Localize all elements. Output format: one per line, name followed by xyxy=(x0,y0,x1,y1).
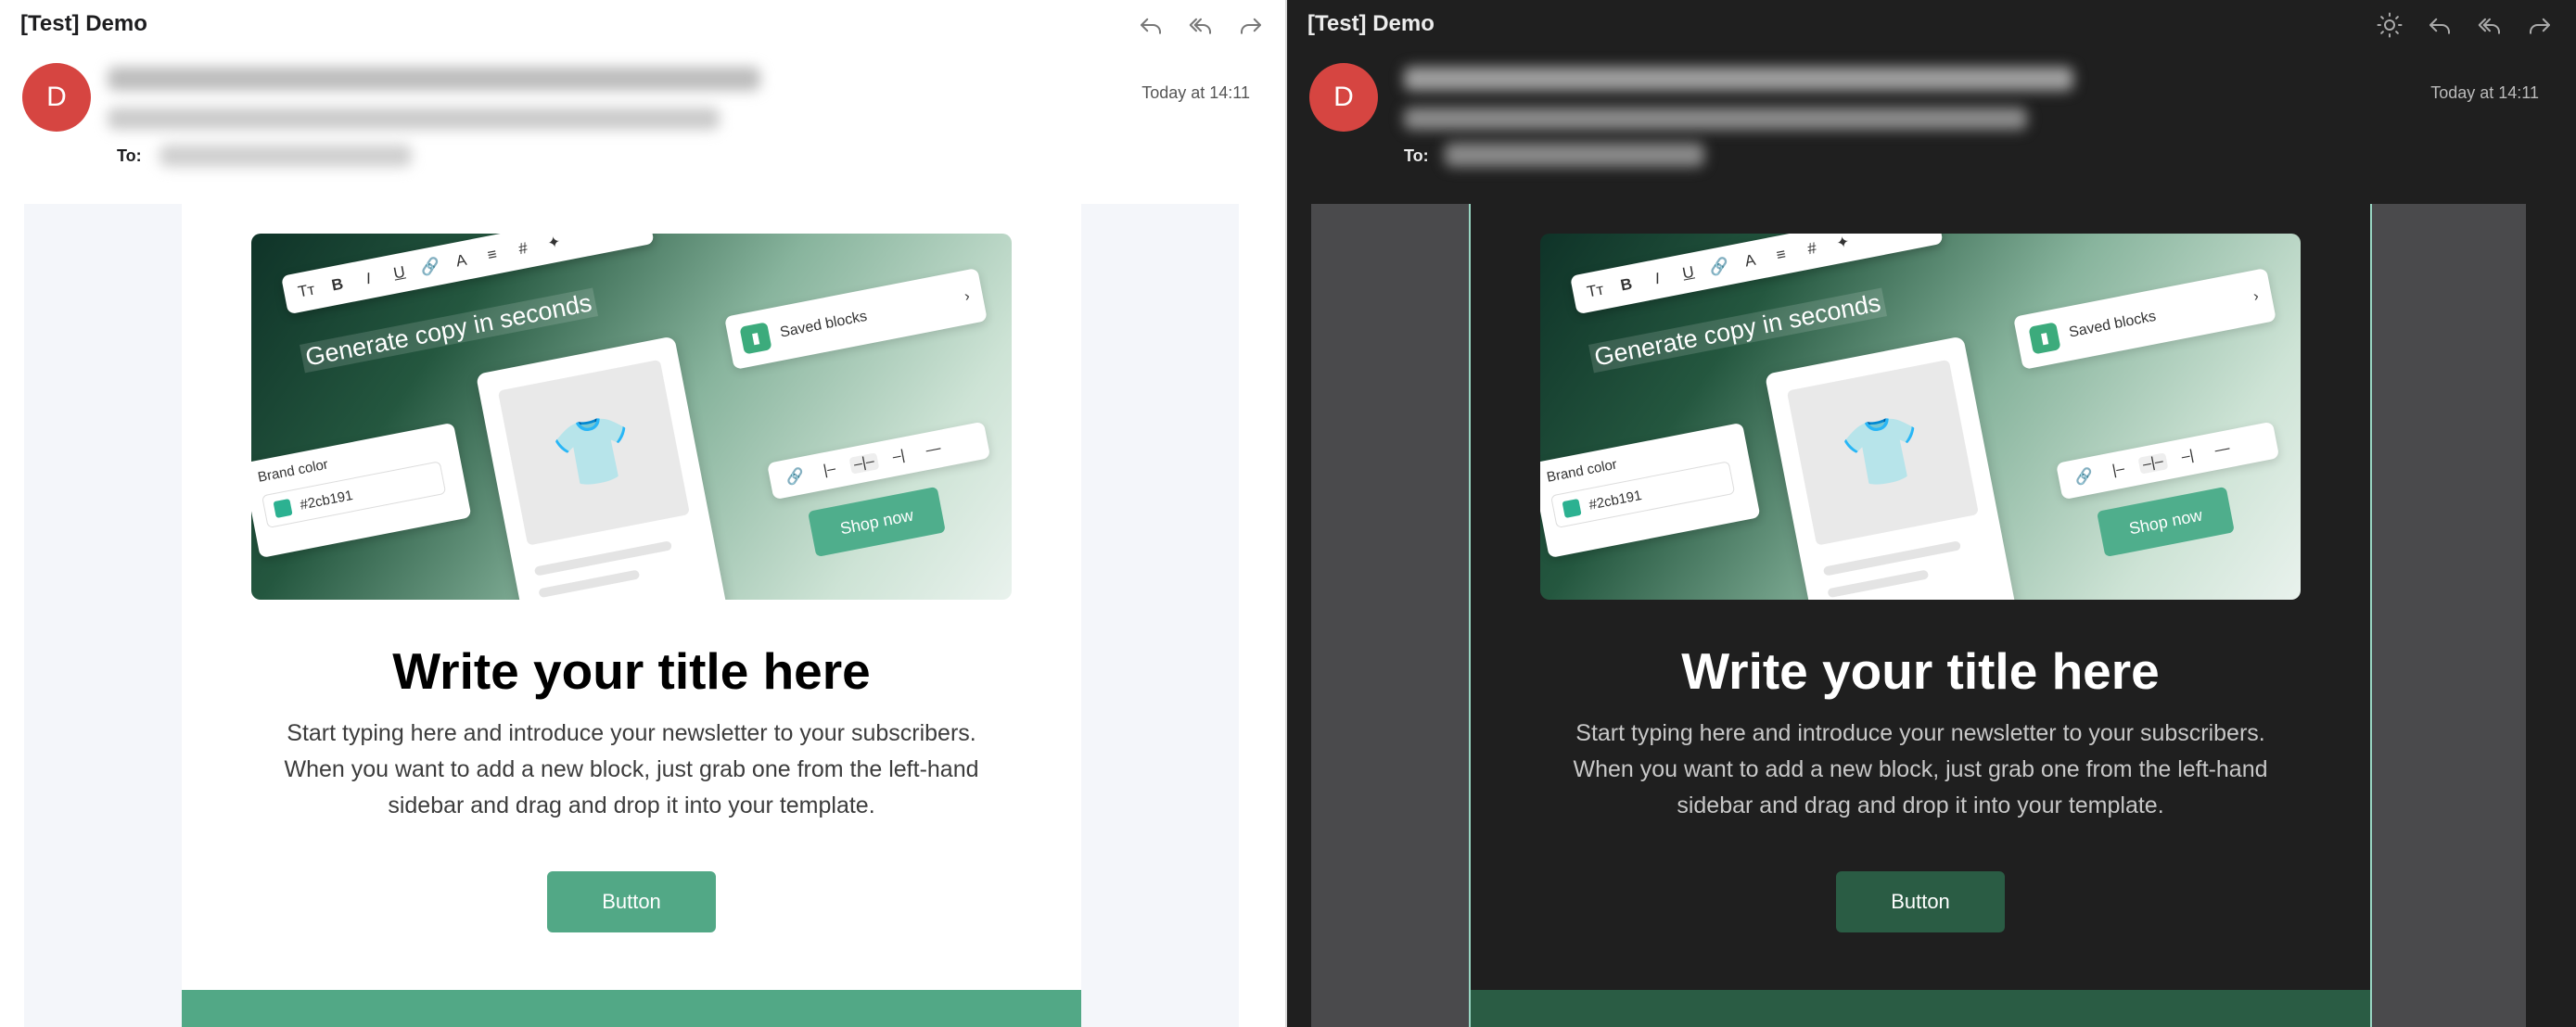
color-swatch xyxy=(1562,498,1582,519)
bookmark-icon: ▮ xyxy=(2028,322,2061,355)
reply-icon[interactable] xyxy=(2424,9,2455,41)
reply-icon[interactable] xyxy=(1135,9,1167,41)
button-toolbar-graphic: 🔗 |– –|– –| — xyxy=(2056,421,2280,501)
button-toolbar-graphic: 🔗 |– –|– –| — xyxy=(767,421,991,501)
brand-color-label: Brand color xyxy=(256,456,330,486)
mail-pane-dark: [Test] Demo D Today at 14:11 To: Tт B I … xyxy=(1287,0,2576,1027)
placeholder-line xyxy=(1822,540,1961,577)
hash-icon: # xyxy=(516,238,529,259)
hash-icon: # xyxy=(1805,238,1818,259)
saved-blocks-label: Saved blocks xyxy=(2067,308,2158,341)
bookmark-icon: ▮ xyxy=(739,322,772,355)
text-size-icon: Tт xyxy=(1585,280,1606,301)
email-subject: [Test] Demo xyxy=(20,11,147,36)
text-format-toolbar-graphic: Tт B I U 🔗 A ≡ # ✦ xyxy=(281,234,655,315)
underline-icon: U xyxy=(391,262,407,283)
align-center-icon: –|– xyxy=(848,452,880,475)
align-right-icon: –| xyxy=(891,447,907,465)
saved-blocks-card: ▮ Saved blocks › xyxy=(2013,267,2276,370)
link-icon: 🔗 xyxy=(1707,256,1731,277)
sender-avatar[interactable]: D xyxy=(1309,63,1378,132)
brightness-icon[interactable] xyxy=(2374,9,2405,41)
align-left-icon: |– xyxy=(2111,461,2126,479)
footer-bar xyxy=(182,990,1081,1027)
email-subject: [Test] Demo xyxy=(1307,11,1435,36)
forward-icon[interactable] xyxy=(2524,9,2556,41)
mail-pane-light: [Test] Demo D Today at 14:11 To: Tт B I … xyxy=(0,0,1287,1027)
sparkle-icon: ✦ xyxy=(1834,234,1852,253)
full-width-icon: — xyxy=(2213,440,2231,459)
newsletter-title: Write your title here xyxy=(1681,642,2160,700)
sparkle-icon: ✦ xyxy=(545,234,563,253)
sender-avatar[interactable]: D xyxy=(22,63,91,132)
to-label: To: xyxy=(1404,146,1429,165)
hero-image: Tт B I U 🔗 A ≡ # ✦ Generate copy in seco… xyxy=(251,234,1012,600)
text-color-icon: A xyxy=(453,250,468,271)
italic-icon: I xyxy=(1653,269,1662,288)
text-color-icon: A xyxy=(1742,250,1757,271)
email-date: Today at 14:11 xyxy=(2430,83,2539,102)
placeholder-line xyxy=(533,540,672,577)
link-icon: 🔗 xyxy=(2073,467,2095,488)
text-format-toolbar-graphic: Tт B I U 🔗 A ≡ # ✦ xyxy=(1570,234,1944,315)
chevron-right-icon: › xyxy=(963,288,972,305)
newsletter-card: Tт B I U 🔗 A ≡ # ✦ Generate copy in seco… xyxy=(182,204,1081,1027)
cta-button[interactable]: Button xyxy=(1836,871,2005,932)
text-size-icon: Tт xyxy=(296,280,317,301)
placeholder-line xyxy=(538,569,641,599)
shop-now-graphic: Shop now xyxy=(808,486,946,558)
reply-all-icon[interactable] xyxy=(2474,9,2506,41)
forward-icon[interactable] xyxy=(1235,9,1267,41)
align-icon: ≡ xyxy=(1775,245,1788,264)
italic-icon: I xyxy=(364,269,373,288)
message-actions xyxy=(1135,9,1267,41)
recipient-redacted xyxy=(159,145,412,167)
brand-color-card: Brand color #2cb191 xyxy=(251,422,472,559)
newsletter-card: Tт B I U 🔗 A ≡ # ✦ Generate copy in seco… xyxy=(1469,204,2372,1027)
align-icon: ≡ xyxy=(486,245,499,264)
newsletter-body: Start typing here and introduce your new… xyxy=(284,720,979,818)
align-left-icon: |– xyxy=(822,461,837,479)
underline-icon: U xyxy=(1680,262,1696,283)
brand-color-value: #2cb191 xyxy=(1588,487,1643,514)
link-icon: 🔗 xyxy=(418,256,442,277)
sender-address-redacted xyxy=(1404,108,2027,130)
email-body-canvas: Tт B I U 🔗 A ≡ # ✦ Generate copy in seco… xyxy=(24,204,1239,1027)
full-width-icon: — xyxy=(924,440,942,459)
color-swatch xyxy=(273,498,293,519)
align-right-icon: –| xyxy=(2180,447,2196,465)
hero-image: Tт B I U 🔗 A ≡ # ✦ Generate copy in seco… xyxy=(1540,234,2301,600)
sender-redacted xyxy=(1404,67,2073,91)
chevron-right-icon: › xyxy=(2251,288,2261,305)
product-card-graphic: 👕 xyxy=(1765,336,2017,600)
footer-bar xyxy=(1471,990,2370,1027)
brand-color-label: Brand color xyxy=(1545,456,1619,486)
to-label: To: xyxy=(117,146,142,165)
shop-now-graphic: Shop now xyxy=(2097,486,2235,558)
cta-button[interactable]: Button xyxy=(547,871,716,932)
saved-blocks-label: Saved blocks xyxy=(778,308,869,341)
placeholder-line xyxy=(1827,569,1930,599)
bold-icon: B xyxy=(1619,274,1634,295)
message-actions xyxy=(2374,9,2556,41)
brand-color-value: #2cb191 xyxy=(299,487,354,514)
reply-all-icon[interactable] xyxy=(1185,9,1217,41)
recipient-redacted xyxy=(1445,143,1704,167)
sender-redacted xyxy=(108,67,760,91)
brand-color-card: Brand color #2cb191 xyxy=(1540,422,1761,559)
bold-icon: B xyxy=(330,274,345,295)
sender-address-redacted xyxy=(108,108,720,130)
tshirt-icon: 👕 xyxy=(497,359,690,546)
product-card-graphic: 👕 xyxy=(476,336,728,600)
email-body-canvas: Tт B I U 🔗 A ≡ # ✦ Generate copy in seco… xyxy=(1311,204,2526,1027)
newsletter-title: Write your title here xyxy=(392,642,871,700)
link-icon: 🔗 xyxy=(784,467,806,488)
newsletter-body: Start typing here and introduce your new… xyxy=(1573,720,2268,818)
saved-blocks-card: ▮ Saved blocks › xyxy=(724,267,988,370)
email-date: Today at 14:11 xyxy=(1141,83,1250,102)
tshirt-icon: 👕 xyxy=(1786,359,1979,546)
align-center-icon: –|– xyxy=(2137,452,2169,475)
